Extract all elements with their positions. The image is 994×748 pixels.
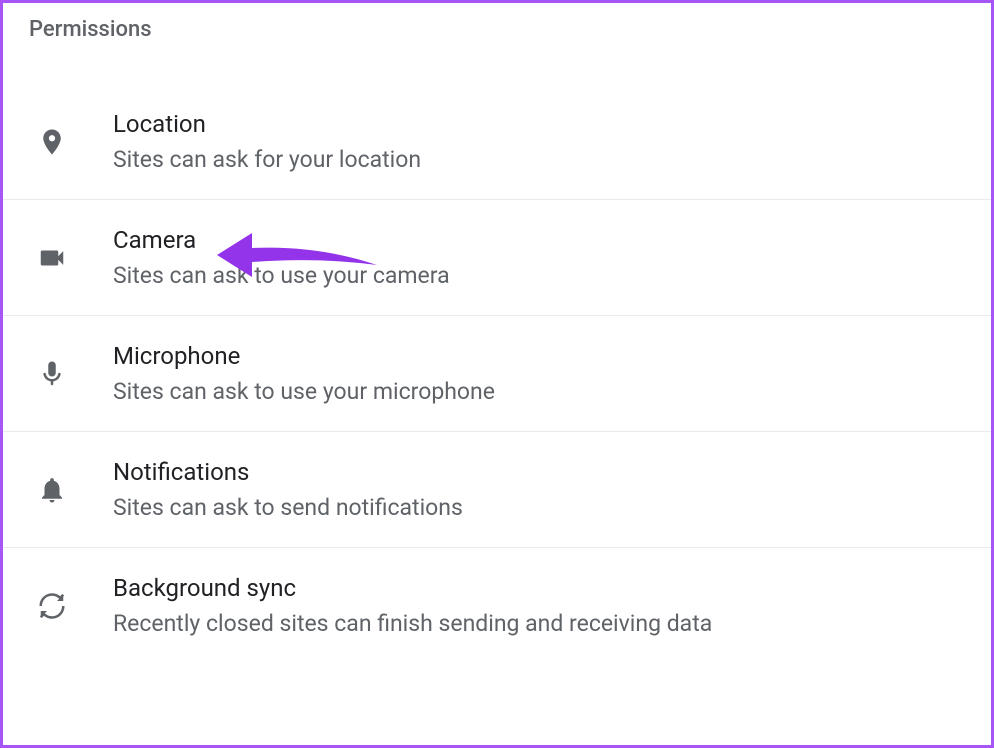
row-title: Location	[113, 110, 991, 138]
permissions-list: Location Sites can ask for your location…	[3, 84, 991, 663]
row-subtitle: Recently closed sites can finish sending…	[113, 610, 991, 637]
camera-icon	[29, 243, 113, 273]
permission-row-notifications[interactable]: Notifications Sites can ask to send noti…	[3, 432, 991, 548]
row-subtitle: Sites can ask to send notifications	[113, 494, 991, 521]
row-title: Camera	[113, 226, 991, 254]
location-icon	[29, 127, 113, 157]
permission-row-location[interactable]: Location Sites can ask for your location	[3, 84, 991, 200]
row-text: Camera Sites can ask to use your camera	[113, 226, 991, 289]
row-text: Location Sites can ask for your location	[113, 110, 991, 173]
notifications-icon	[29, 475, 113, 505]
section-title: Permissions	[3, 3, 991, 42]
row-title: Notifications	[113, 458, 991, 486]
row-title: Microphone	[113, 342, 991, 370]
row-subtitle: Sites can ask to use your camera	[113, 262, 991, 289]
permission-row-background-sync[interactable]: Background sync Recently closed sites ca…	[3, 548, 991, 663]
row-text: Background sync Recently closed sites ca…	[113, 574, 991, 637]
permission-row-camera[interactable]: Camera Sites can ask to use your camera	[3, 200, 991, 316]
row-subtitle: Sites can ask to use your microphone	[113, 378, 991, 405]
sync-icon	[29, 591, 113, 621]
row-text: Notifications Sites can ask to send noti…	[113, 458, 991, 521]
row-title: Background sync	[113, 574, 991, 602]
row-subtitle: Sites can ask for your location	[113, 146, 991, 173]
permission-row-microphone[interactable]: Microphone Sites can ask to use your mic…	[3, 316, 991, 432]
row-text: Microphone Sites can ask to use your mic…	[113, 342, 991, 405]
microphone-icon	[29, 359, 113, 389]
permissions-panel: Permissions Location Sites can ask for y…	[0, 0, 994, 748]
